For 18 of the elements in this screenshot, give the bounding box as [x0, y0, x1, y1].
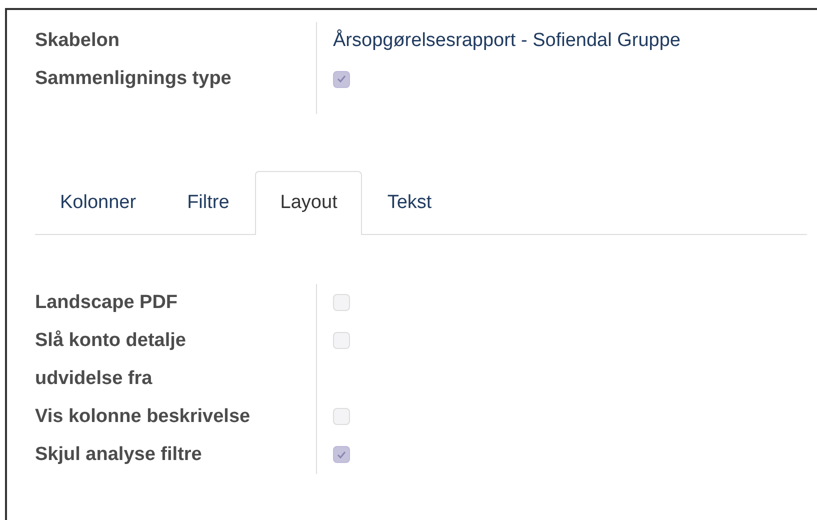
tab[interactable]: Kolonner	[35, 171, 162, 234]
checkbox[interactable]	[333, 70, 350, 88]
checkbox[interactable]	[333, 446, 350, 463]
field-label: Landscape PDF	[35, 290, 179, 314]
tab[interactable]: Filtre	[162, 171, 256, 234]
tab[interactable]: Tekst	[362, 171, 458, 234]
field-value: Årsopgørelsesrapport - Sofiendal Gruppe	[333, 30, 680, 51]
checkbox[interactable]	[333, 408, 350, 425]
field-label: Skabelon	[35, 29, 120, 53]
checkbox[interactable]	[333, 332, 350, 349]
checkbox[interactable]	[333, 294, 350, 311]
field-label: Vis kolonne beskrivelse	[35, 404, 252, 428]
field-label: Slå konto detalje udvidelse fra	[35, 328, 187, 390]
check-icon	[337, 450, 346, 458]
field-label: Skjul analyse filtre	[35, 442, 203, 466]
check-icon	[337, 75, 346, 83]
field-label: Sammenlignings type	[35, 67, 232, 91]
tab[interactable]: Layout	[255, 171, 362, 234]
